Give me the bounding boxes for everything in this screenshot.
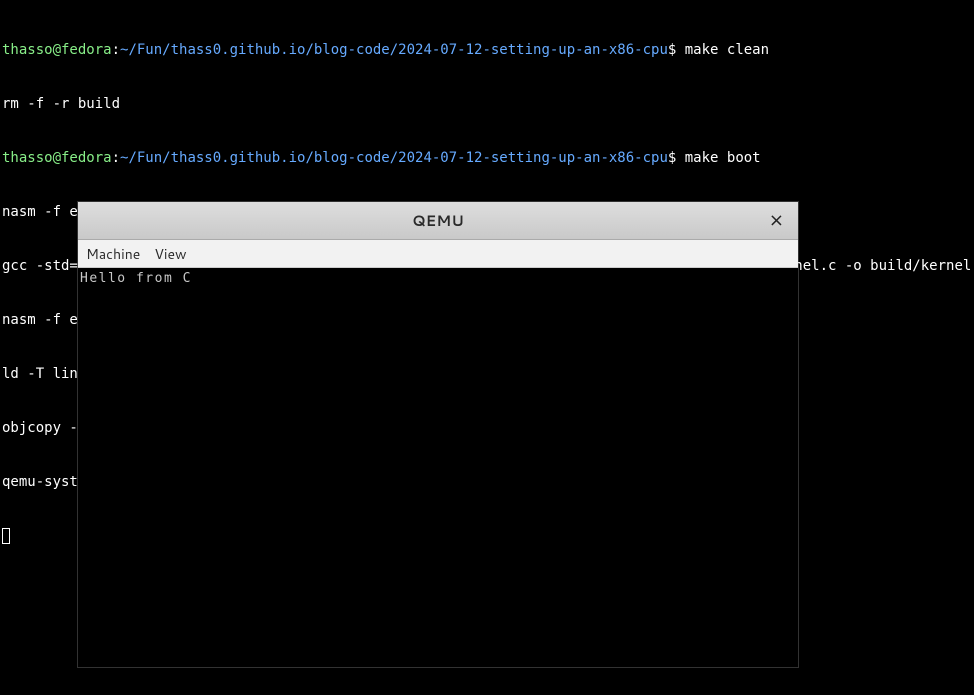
command-text: make clean xyxy=(685,42,769,58)
prompt-colon: : xyxy=(112,150,120,166)
prompt-dollar: $ xyxy=(668,42,685,58)
prompt-path: ~/Fun/thass0.github.io/blog-code/2024-07… xyxy=(120,42,668,58)
qemu-window-title: QEMU xyxy=(412,212,464,230)
menu-view[interactable]: View xyxy=(154,245,186,263)
prompt-user: thasso@fedora xyxy=(2,42,112,58)
prompt-line-1: thasso@fedora:~/Fun/thass0.github.io/blo… xyxy=(2,41,972,59)
output-line: rm -f -r build xyxy=(2,95,972,113)
qemu-output-text: Hello from C xyxy=(80,270,796,288)
prompt-user: thasso@fedora xyxy=(2,150,112,166)
close-icon[interactable]: × xyxy=(765,210,788,232)
command-text: make boot xyxy=(685,150,761,166)
qemu-window[interactable]: QEMU × Machine View Hello from C xyxy=(78,202,798,667)
qemu-menubar: Machine View xyxy=(78,240,798,268)
prompt-colon: : xyxy=(112,42,120,58)
qemu-titlebar[interactable]: QEMU × xyxy=(78,202,798,240)
terminal-cursor xyxy=(2,528,10,544)
qemu-display: Hello from C xyxy=(78,268,798,667)
prompt-line-2: thasso@fedora:~/Fun/thass0.github.io/blo… xyxy=(2,149,972,167)
prompt-dollar: $ xyxy=(668,150,685,166)
prompt-path: ~/Fun/thass0.github.io/blog-code/2024-07… xyxy=(120,150,668,166)
menu-machine[interactable]: Machine xyxy=(86,245,140,263)
